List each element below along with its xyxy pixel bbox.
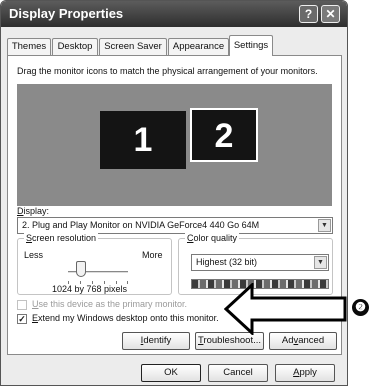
extend-desktop-checkbox[interactable]: ✓ [17,314,27,324]
resolution-less-label: Less [24,250,44,260]
resolution-more-label: More [142,250,163,260]
display-label: Display: [17,206,50,216]
ok-button[interactable]: OK [141,364,201,382]
screen-resolution-group: Screen resolution Less More 1024 by 768 … [17,233,172,295]
chevron-down-icon[interactable]: ▼ [318,219,331,232]
callout-number-badge: ❷ [352,299,369,316]
tab-desktop[interactable]: Desktop [52,38,98,55]
monitor-1-icon[interactable]: 1 [100,111,186,169]
extend-desktop-label: Extend my Windows desktop onto this moni… [32,313,219,323]
identify-button[interactable]: Identify [122,332,190,350]
screen-resolution-title: Screen resolution [24,233,99,243]
tab-settings[interactable]: Settings [229,35,273,56]
tab-themes[interactable]: Themes [7,38,51,55]
monitor-2-icon[interactable]: 2 [190,108,258,162]
monitor-arrangement-area: 1 2 [17,84,332,206]
tab-appearance[interactable]: Appearance [168,38,229,55]
display-dropdown[interactable]: 2. Plug and Play Monitor on NVIDIA GeFor… [17,217,333,234]
help-button[interactable]: ? [299,5,318,23]
tab-screen-saver[interactable]: Screen Saver [99,38,167,55]
primary-monitor-checkbox[interactable] [17,300,27,310]
color-quality-title: Color quality [185,233,240,243]
instruction-text: Drag the monitor icons to match the phys… [17,66,318,76]
resolution-value: 1024 by 768 pixels [52,284,128,294]
close-button[interactable]: ✕ [321,5,340,23]
color-quality-dropdown[interactable]: Highest (32 bit) ▼ [191,254,329,271]
resolution-slider-thumb[interactable] [76,261,86,277]
cancel-button[interactable]: Cancel [208,364,268,382]
color-quality-value: Highest (32 bit) [196,257,258,267]
chevron-down-icon[interactable]: ▼ [314,256,327,269]
title-bar[interactable]: Display Properties ? ✕ [1,1,347,27]
window-title: Display Properties [9,6,124,21]
apply-button[interactable]: Apply [275,364,335,382]
callout-arrow [224,283,347,335]
primary-monitor-label: Use this device as the primary monitor. [32,299,188,309]
display-dropdown-value: 2. Plug and Play Monitor on NVIDIA GeFor… [22,220,260,230]
